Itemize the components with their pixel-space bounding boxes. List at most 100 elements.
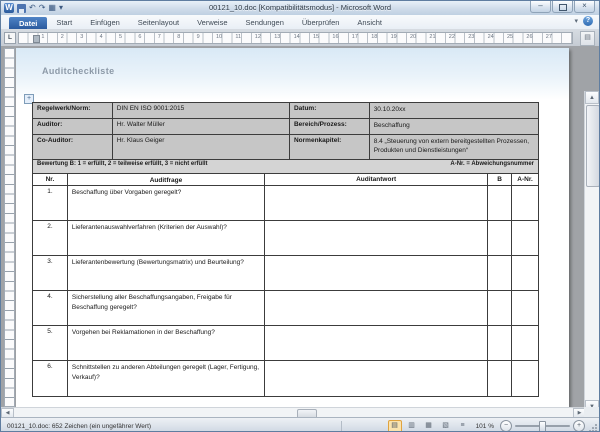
scroll-up-icon[interactable]: ▲ [585, 91, 599, 104]
vertical-scrollbar[interactable]: ▲ ▼ « ○ » [584, 91, 599, 407]
column-header-b[interactable]: B [488, 174, 512, 185]
legend-row: Bewertung B: 1 = erfüllt, 2 = teilweise … [33, 160, 538, 174]
minimize-button[interactable]: – [530, 1, 551, 13]
ruler-toggle-button[interactable]: ▤ [580, 31, 595, 46]
legend-left[interactable]: Bewertung B: 1 = erfüllt, 2 = teilweise … [37, 161, 208, 172]
view-web-layout-icon[interactable]: ▦ [422, 420, 436, 432]
table-row: Co-Auditor: Hr. Klaus Geiger Normenkapit… [33, 135, 538, 160]
restore-icon [559, 4, 567, 11]
column-header-auditfrage[interactable]: Auditfrage [68, 174, 265, 185]
tab-start[interactable]: Start [47, 16, 81, 29]
table-row: 5. Vorgehen bei Reklamationen in der Bes… [33, 326, 538, 361]
deviation-cell[interactable] [512, 186, 538, 220]
rating-cell[interactable] [488, 361, 512, 396]
tab-sendungen[interactable]: Sendungen [237, 16, 293, 29]
ribbon-collapse-icon[interactable]: ▾ [574, 17, 578, 25]
resize-grip[interactable] [589, 424, 597, 432]
restore-button[interactable] [552, 1, 573, 13]
window-controls: – × [529, 1, 595, 13]
tab-ansicht[interactable]: Ansicht [348, 16, 391, 29]
tab-verweise[interactable]: Verweise [188, 16, 236, 29]
audit-question[interactable]: Lieferantenbewertung (Bewertungsmatrix) … [68, 256, 265, 290]
document-page[interactable]: Auditcheckliste + Regelwerk/Norm: DIN EN… [16, 48, 569, 407]
close-button[interactable]: × [574, 1, 595, 13]
view-outline-icon[interactable]: ▧ [439, 420, 453, 432]
info-label[interactable]: Bereich/Prozess: [290, 119, 370, 134]
vertical-scroll-thumb[interactable] [586, 105, 599, 187]
info-label[interactable]: Regelwerk/Norm: [33, 103, 113, 118]
vertical-ruler[interactable] [4, 48, 15, 407]
info-label[interactable]: Normenkapitel: [290, 135, 370, 159]
column-header-auditantwort[interactable]: Auditantwort [265, 174, 488, 185]
audit-question[interactable]: Sicherstellung aller Beschaffungsangaben… [68, 291, 265, 325]
help-icon[interactable]: ? [583, 16, 593, 26]
audit-question[interactable]: Lieferantenauswahlverfahren (Kriterien d… [68, 221, 265, 255]
column-header-nr[interactable]: Nr. [33, 174, 68, 185]
rating-cell[interactable] [488, 291, 512, 325]
document-area: Auditcheckliste + Regelwerk/Norm: DIN EN… [1, 46, 599, 407]
deviation-cell[interactable] [512, 256, 538, 290]
word-window: W ↶ ↷ ▦ ▾ 00121_10.doc [Kompatibilitätsm… [0, 0, 600, 432]
info-value[interactable]: Hr. Klaus Geiger [113, 135, 290, 159]
row-number[interactable]: 3. [33, 256, 68, 290]
row-number[interactable]: 2. [33, 221, 68, 255]
deviation-cell[interactable] [512, 326, 538, 360]
info-value[interactable]: Beschaffung [370, 119, 538, 134]
info-label[interactable]: Datum: [290, 103, 370, 118]
character-count-status[interactable]: 00121_10.doc: 652 Zeichen (ein ungefähre… [1, 423, 151, 430]
audit-question[interactable]: Schnittstellen zu anderen Abteilungen ge… [68, 361, 265, 396]
tab-einfuegen[interactable]: Einfügen [81, 16, 129, 29]
browse-controls: ▼ « ○ » [585, 400, 599, 407]
row-number[interactable]: 6. [33, 361, 68, 396]
info-value[interactable]: DIN EN ISO 9001:2015 [113, 103, 290, 118]
info-label[interactable]: Co-Auditor: [33, 135, 113, 159]
audit-question[interactable]: Beschaffung über Vorgaben geregelt? [68, 186, 265, 220]
table-row: 3. Lieferantenbewertung (Bewertungsmatri… [33, 256, 538, 291]
horizontal-ruler-numbers: 1234567891011121314151617181920212223242… [19, 33, 572, 43]
info-value[interactable]: 30.10.20xx [370, 103, 538, 118]
ruler-row: L 12345678910111213141516171819202122232… [1, 29, 599, 46]
zoom-level[interactable]: 101 % [476, 423, 494, 430]
rating-cell[interactable] [488, 221, 512, 255]
table-row: 2. Lieferantenauswahlverfahren (Kriterie… [33, 221, 538, 256]
zoom-in-icon[interactable]: + [573, 420, 585, 432]
audit-question[interactable]: Vorgehen bei Reklamationen in der Bescha… [68, 326, 265, 360]
row-number[interactable]: 1. [33, 186, 68, 220]
view-print-layout-icon[interactable]: ▤ [388, 420, 402, 432]
column-header-a-nr[interactable]: A-Nr. [512, 174, 538, 185]
zoom-slider[interactable] [515, 425, 570, 427]
rating-cell[interactable] [488, 186, 512, 220]
deviation-cell[interactable] [512, 361, 538, 396]
scrollbar-corner [584, 407, 599, 417]
table-row: Regelwerk/Norm: DIN EN ISO 9001:2015 Dat… [33, 103, 538, 119]
zoom-slider-thumb[interactable] [539, 421, 546, 432]
row-number[interactable]: 5. [33, 326, 68, 360]
scroll-down-icon[interactable]: ▼ [585, 400, 599, 407]
legend-right[interactable]: A-Nr. = Abweichungsnummer [450, 161, 534, 172]
rating-cell[interactable] [488, 256, 512, 290]
tab-datei[interactable]: Datei [9, 17, 47, 29]
audit-answer[interactable] [265, 361, 488, 396]
info-label[interactable]: Auditor: [33, 119, 113, 134]
horizontal-ruler[interactable]: 1234567891011121314151617181920212223242… [18, 32, 573, 44]
info-value[interactable]: Hr. Walter Müller [113, 119, 290, 134]
audit-answer[interactable] [265, 221, 488, 255]
rating-cell[interactable] [488, 326, 512, 360]
audit-answer[interactable] [265, 256, 488, 290]
audit-table: Regelwerk/Norm: DIN EN ISO 9001:2015 Dat… [32, 102, 539, 397]
info-value[interactable]: 8.4 „Steuerung von extern bereitgestellt… [370, 135, 538, 159]
deviation-cell[interactable] [512, 221, 538, 255]
row-number[interactable]: 4. [33, 291, 68, 325]
audit-answer[interactable] [265, 186, 488, 220]
tab-seitenlayout[interactable]: Seitenlayout [129, 16, 188, 29]
deviation-cell[interactable] [512, 291, 538, 325]
zoom-out-icon[interactable]: − [500, 420, 512, 432]
indent-marker[interactable] [33, 35, 40, 43]
view-draft-icon[interactable]: ≡ [456, 420, 470, 432]
audit-answer[interactable] [265, 291, 488, 325]
view-fullscreen-reading-icon[interactable]: ▥ [405, 420, 419, 432]
tab-selector-button[interactable]: L [4, 32, 16, 44]
tab-ueberpruefen[interactable]: Überprüfen [293, 16, 349, 29]
audit-answer[interactable] [265, 326, 488, 360]
page-title: Auditcheckliste [42, 66, 115, 76]
